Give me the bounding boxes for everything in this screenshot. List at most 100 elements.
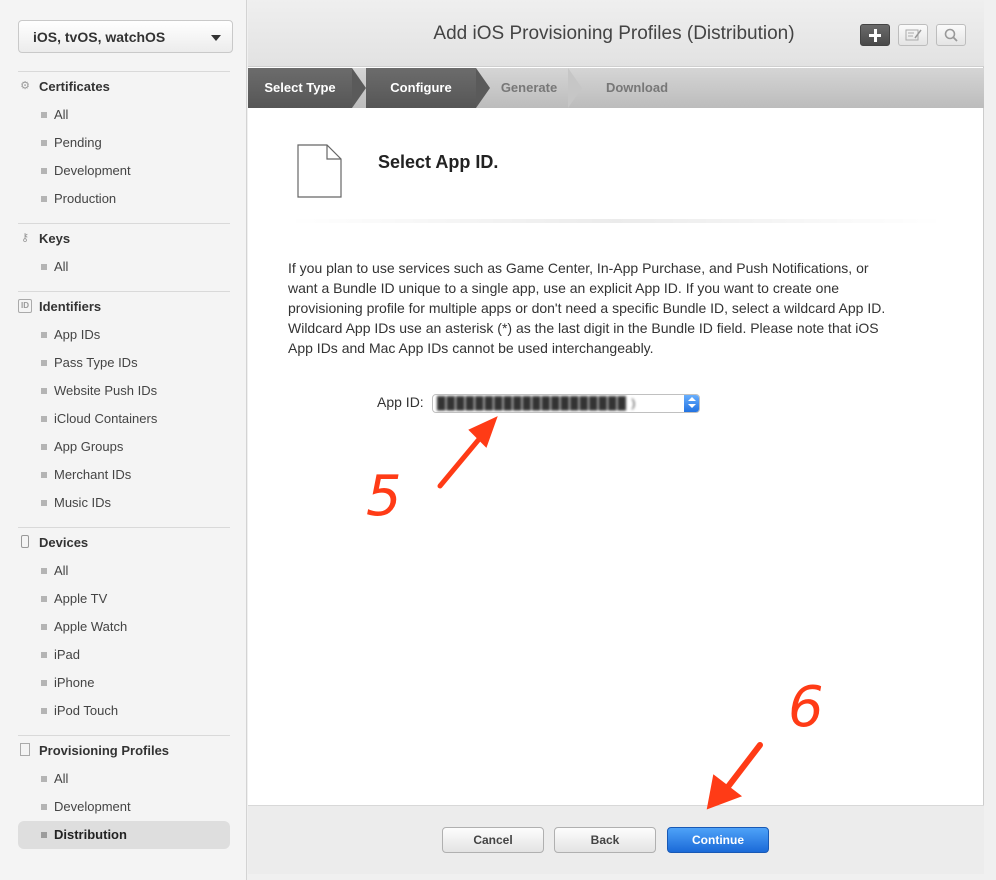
sidebar-item-apple-tv[interactable]: Apple TV	[18, 585, 230, 613]
search-button[interactable]	[936, 24, 966, 46]
sidebar-item-music-ids[interactable]: Music IDs	[18, 489, 230, 517]
sidebar-item-label: All	[54, 259, 69, 274]
cancel-button[interactable]: Cancel	[442, 827, 544, 853]
footer-bar: Cancel Back Continue	[248, 805, 984, 874]
section-divider	[18, 735, 230, 736]
sidebar-item-label: App IDs	[54, 327, 101, 342]
step-separator	[476, 68, 490, 108]
sidebar-item-profiles-distribution[interactable]: Distribution	[18, 821, 230, 849]
sidebar-item-app-groups[interactable]: App Groups	[18, 433, 230, 461]
sidebar-item-certificates-all[interactable]: All	[18, 101, 230, 129]
bullet-icon	[41, 776, 47, 782]
bullet-icon	[41, 652, 47, 658]
bullet-icon	[41, 196, 47, 202]
section-title-certificates: Certificates	[39, 79, 110, 94]
sidebar-item-label: All	[54, 771, 69, 786]
edit-button[interactable]	[898, 24, 928, 46]
bullet-icon	[41, 168, 47, 174]
search-icon	[944, 28, 958, 42]
sidebar-item-devices-all[interactable]: All	[18, 557, 230, 585]
chevron-down-icon	[211, 35, 221, 41]
bullet-icon	[41, 416, 47, 422]
sidebar-section-identifiers: ID Identifiers App IDs Pass Type IDs Web…	[18, 293, 230, 517]
section-divider	[18, 223, 230, 224]
step-generate: Generate	[500, 80, 558, 95]
section-divider	[18, 71, 230, 72]
sidebar-item-profiles-development[interactable]: Development	[18, 793, 230, 821]
sidebar-item-label: All	[54, 107, 69, 122]
bullet-icon	[41, 264, 47, 270]
annotation-number-5: 5	[366, 464, 402, 529]
sidebar-item-label: Development	[54, 799, 131, 814]
document-icon	[297, 144, 342, 198]
edit-icon	[905, 29, 922, 41]
bullet-icon	[41, 112, 47, 118]
sidebar-item-label: Pending	[54, 135, 102, 150]
continue-button[interactable]: Continue	[667, 827, 769, 853]
app-id-select-value: ████████████████████ )	[437, 396, 637, 410]
sidebar-item-certificates-pending[interactable]: Pending	[18, 129, 230, 157]
sidebar-item-label: Music IDs	[54, 495, 112, 510]
divider	[288, 219, 944, 223]
sidebar-section-provisioning-profiles: Provisioning Profiles All Development Di…	[18, 737, 230, 849]
sidebar-section-certificates: ⚙ Certificates All Pending Development P…	[18, 73, 230, 213]
sidebar-item-pass-type-ids[interactable]: Pass Type IDs	[18, 349, 230, 377]
add-button[interactable]	[860, 24, 890, 46]
bullet-icon	[41, 332, 47, 338]
sidebar-item-label: Merchant IDs	[54, 467, 132, 482]
sidebar-item-label: Apple Watch	[54, 619, 128, 634]
bullet-icon	[41, 624, 47, 630]
sidebar-item-icloud-containers[interactable]: iCloud Containers	[18, 405, 230, 433]
bullet-icon	[41, 596, 47, 602]
section-title-provisioning-profiles: Provisioning Profiles	[39, 743, 170, 758]
select-stepper-icon	[684, 395, 699, 412]
sidebar-item-label: Distribution	[54, 827, 127, 842]
sidebar-item-ipod-touch[interactable]: iPod Touch	[18, 697, 230, 725]
step-separator	[352, 68, 366, 108]
bullet-icon	[41, 140, 47, 146]
app-id-label: App ID:	[377, 394, 424, 410]
key-icon: ⚷	[20, 232, 30, 244]
sidebar-item-keys-all[interactable]: All	[18, 253, 230, 281]
sidebar-item-label: iPhone	[54, 675, 95, 690]
id-icon: ID	[18, 299, 32, 313]
page-header: Add iOS Provisioning Profiles (Distribut…	[248, 0, 984, 67]
bullet-icon	[41, 360, 47, 366]
bullet-icon	[41, 680, 47, 686]
sidebar-item-merchant-ids[interactable]: Merchant IDs	[18, 461, 230, 489]
step-separator	[568, 68, 582, 108]
sidebar-item-certificates-development[interactable]: Development	[18, 157, 230, 185]
sidebar-section-header: Devices	[18, 529, 230, 557]
step-download: Download	[605, 80, 669, 95]
step-configure: Configure	[366, 68, 476, 108]
document-icon	[18, 743, 32, 757]
sidebar-item-apple-watch[interactable]: Apple Watch	[18, 613, 230, 641]
section-title-keys: Keys	[39, 231, 71, 246]
platform-select-label: iOS, tvOS, watchOS	[33, 29, 166, 45]
bullet-icon	[41, 388, 47, 394]
app-id-select[interactable]: ████████████████████ )	[432, 394, 700, 413]
sidebar-section-devices: Devices All Apple TV Apple Watch iPad iP…	[18, 529, 230, 725]
section-title: Select App ID.	[378, 152, 499, 172]
back-button[interactable]: Back	[554, 827, 656, 853]
sidebar-item-profiles-all[interactable]: All	[18, 765, 230, 793]
bullet-icon	[41, 568, 47, 574]
sidebar-item-certificates-production[interactable]: Production	[18, 185, 230, 213]
sidebar-item-label: Pass Type IDs	[54, 355, 138, 370]
platform-select[interactable]: iOS, tvOS, watchOS	[18, 20, 233, 53]
main-panel: Add iOS Provisioning Profiles (Distribut…	[248, 0, 984, 874]
wizard-steps: Select Type Configure Generate Download	[248, 68, 984, 108]
section-title-identifiers: Identifiers	[39, 299, 102, 314]
bullet-icon	[41, 472, 47, 478]
sidebar-item-label: iPod Touch	[54, 703, 119, 718]
sidebar-item-iphone[interactable]: iPhone	[18, 669, 230, 697]
sidebar-item-app-ids[interactable]: App IDs	[18, 321, 230, 349]
sidebar-item-ipad[interactable]: iPad	[18, 641, 230, 669]
section-title-devices: Devices	[39, 535, 89, 550]
sidebar-item-website-push-ids[interactable]: Website Push IDs	[18, 377, 230, 405]
sidebar-section-header: Provisioning Profiles	[18, 737, 230, 765]
gear-icon: ⚙	[20, 80, 30, 92]
description-text: If you plan to use services such as Game…	[288, 260, 886, 356]
sidebar-item-label: Development	[54, 163, 131, 178]
sidebar-section-header: ⚷ Keys	[18, 225, 230, 253]
